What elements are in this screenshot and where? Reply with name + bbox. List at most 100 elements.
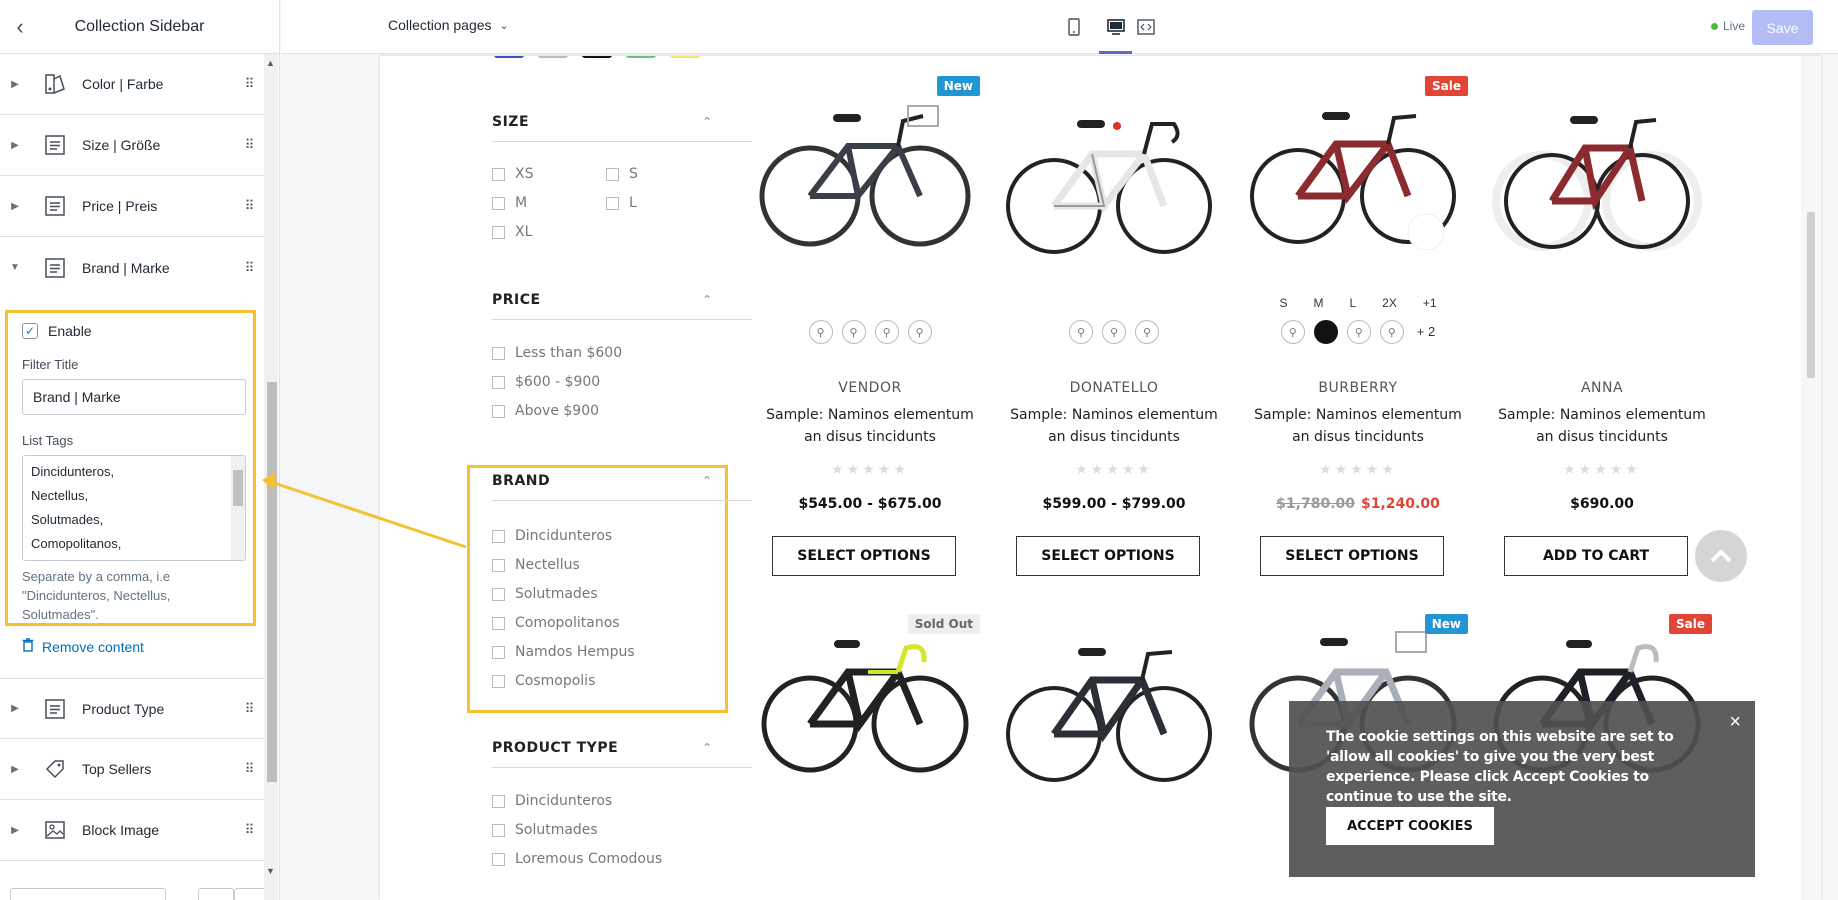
checkbox[interactable] xyxy=(492,404,505,418)
mobile-view-icon[interactable] xyxy=(1061,14,1087,40)
bike-variant-icon[interactable]: ⚲ xyxy=(1135,320,1159,344)
section-product-type[interactable]: ▶ Product Type ⠿ xyxy=(0,678,264,739)
select-options-button[interactable]: SELECT OPTIONS xyxy=(1016,536,1200,576)
product-card[interactable]: ANNA Sample: Naminos elementum an disus … xyxy=(1480,76,1724,586)
drag-handle-icon[interactable]: ⠿ xyxy=(234,701,264,717)
size-option[interactable]: S xyxy=(606,166,638,182)
section-price[interactable]: ▶ Price | Preis ⠿ xyxy=(0,176,264,237)
caret-down-icon[interactable]: ▼ xyxy=(0,262,30,273)
bike-image[interactable] xyxy=(1480,76,1724,296)
product-vendor[interactable]: DONATELLO xyxy=(992,380,1236,396)
product-card[interactable]: ⚲ ⚲ ⚲ ⚲ xyxy=(992,614,1236,900)
collapse-caret-icon[interactable]: ⌄ xyxy=(702,292,712,306)
bike-variant-icon[interactable]: ⚲ xyxy=(1280,320,1305,344)
brand-option[interactable]: Nectellus xyxy=(492,557,580,573)
color-swatch[interactable] xyxy=(494,56,524,58)
section-color[interactable]: ▶ Color | Farbe ⠿ xyxy=(0,54,264,115)
checkbox[interactable] xyxy=(492,616,505,630)
product-type-option[interactable]: Solutmades xyxy=(492,822,598,838)
size-label[interactable]: S xyxy=(1279,296,1287,310)
filter-title-product-type[interactable]: PRODUCT TYPE xyxy=(492,740,618,756)
drag-handle-icon[interactable]: ⠿ xyxy=(234,761,264,777)
filter-title-brand[interactable]: BRAND xyxy=(492,473,550,489)
size-label[interactable]: L xyxy=(1349,296,1356,310)
bike-variant-icon[interactable]: ⚲ xyxy=(1102,320,1126,344)
checkbox[interactable] xyxy=(492,587,505,601)
price-option[interactable]: $600 - $900 xyxy=(492,374,600,390)
section-brand[interactable]: ▼ Brand | Marke ⠿ xyxy=(0,237,264,298)
color-swatch[interactable] xyxy=(626,56,656,58)
price-option[interactable]: Above $900 xyxy=(492,403,599,419)
product-card[interactable]: Sold Out xyxy=(748,614,992,900)
bike-image[interactable] xyxy=(992,614,1236,834)
checkbox[interactable] xyxy=(492,674,505,688)
checkbox[interactable] xyxy=(492,794,505,808)
collapse-caret-icon[interactable]: ⌄ xyxy=(702,740,712,754)
caret-right-icon[interactable]: ▶ xyxy=(0,201,30,212)
color-swatch[interactable] xyxy=(538,56,568,58)
editor-scrollbar[interactable]: ▲ ▼ xyxy=(264,54,278,900)
checkbox[interactable] xyxy=(492,645,505,659)
checkbox[interactable] xyxy=(492,346,505,360)
section-size[interactable]: ▶ Size | Größe ⠿ xyxy=(0,115,264,176)
checkbox[interactable] xyxy=(492,225,505,239)
bike-variant-icon[interactable]: ⚲ xyxy=(907,320,932,344)
checkbox[interactable] xyxy=(492,823,505,837)
enable-checkbox[interactable]: ✓ Enable xyxy=(22,323,92,339)
editor-scroll-thumb[interactable] xyxy=(267,382,277,782)
size-option[interactable]: M xyxy=(492,195,527,211)
bike-image[interactable] xyxy=(1236,76,1480,296)
product-title[interactable]: Sample: Naminos elementum an disus tinci… xyxy=(1488,404,1716,448)
checkbox[interactable] xyxy=(492,558,505,572)
caret-right-icon[interactable]: ▶ xyxy=(0,825,30,836)
size-label[interactable]: 2X xyxy=(1382,296,1397,310)
checkbox[interactable] xyxy=(606,167,619,181)
bike-image[interactable] xyxy=(748,614,992,834)
brand-option[interactable]: Namdos Hempus xyxy=(492,644,635,660)
desktop-view-icon[interactable] xyxy=(1103,14,1129,40)
drag-handle-icon[interactable]: ⠿ xyxy=(234,137,264,153)
scroll-up-icon[interactable]: ▲ xyxy=(266,58,275,68)
product-title[interactable]: Sample: Naminos elementum an disus tinci… xyxy=(1000,404,1228,448)
bike-variant-icon[interactable]: ⚲ xyxy=(841,320,866,344)
caret-right-icon[interactable]: ▶ xyxy=(0,79,30,90)
bike-image[interactable] xyxy=(748,76,992,296)
product-card[interactable]: New ⚲ ⚲ ⚲ ⚲ VENDOR Sample: Naminos eleme… xyxy=(748,76,992,586)
product-vendor[interactable]: ANNA xyxy=(1480,380,1724,396)
more-colors-count[interactable]: + 2 xyxy=(1417,320,1435,344)
filter-title-size[interactable]: SIZE xyxy=(492,114,529,130)
textarea-scrollbar[interactable] xyxy=(231,456,245,560)
brand-option[interactable]: Dincidunteros xyxy=(492,528,612,544)
bike-image[interactable] xyxy=(992,76,1236,296)
color-swatch[interactable] xyxy=(670,56,700,58)
bike-variant-icon[interactable]: ⚲ xyxy=(1379,320,1404,344)
preview-scrollbar[interactable] xyxy=(1801,56,1821,900)
bike-variant-icon[interactable]: ⚲ xyxy=(1346,320,1371,344)
filter-title-price[interactable]: PRICE xyxy=(492,292,541,308)
section-top-sellers[interactable]: ▶ Top Sellers ⠿ xyxy=(0,739,264,800)
close-icon[interactable]: × xyxy=(1729,711,1741,734)
template-select[interactable]: Collection pages ⌄ xyxy=(388,17,509,33)
product-card[interactable]: Sale S M L 2X +1 ⚲ ⚲ ⚲ + 2 BURBERRY Samp… xyxy=(1236,76,1480,586)
bike-variant-icon[interactable]: ⚲ xyxy=(808,320,833,344)
fullscreen-view-icon[interactable] xyxy=(1133,14,1159,40)
size-option[interactable]: XL xyxy=(492,224,532,240)
drag-handle-icon[interactable]: ⠿ xyxy=(234,198,264,214)
product-type-option[interactable]: Dincidunteros xyxy=(492,793,612,809)
product-title[interactable]: Sample: Naminos elementum an disus tinci… xyxy=(1244,404,1472,448)
size-option[interactable]: L xyxy=(606,195,637,211)
size-label[interactable]: M xyxy=(1313,296,1323,310)
drag-handle-icon[interactable]: ⠿ xyxy=(234,76,264,92)
product-vendor[interactable]: BURBERRY xyxy=(1236,380,1480,396)
checkmark-icon[interactable]: ✓ xyxy=(22,323,38,339)
section-block-image[interactable]: ▶ Block Image ⠿ xyxy=(0,800,264,861)
checkbox[interactable] xyxy=(492,529,505,543)
save-button[interactable]: Save xyxy=(1752,10,1813,45)
color-swatch[interactable] xyxy=(582,56,612,58)
collapse-caret-icon[interactable]: ⌄ xyxy=(702,114,712,128)
brand-option[interactable]: Comopolitanos xyxy=(492,615,620,631)
textarea-scroll-thumb[interactable] xyxy=(233,470,243,506)
product-vendor[interactable]: VENDOR xyxy=(748,380,992,396)
product-title[interactable]: Sample: Naminos elementum an disus tinci… xyxy=(756,404,984,448)
back-arrow-icon[interactable]: ‹ xyxy=(0,0,40,54)
